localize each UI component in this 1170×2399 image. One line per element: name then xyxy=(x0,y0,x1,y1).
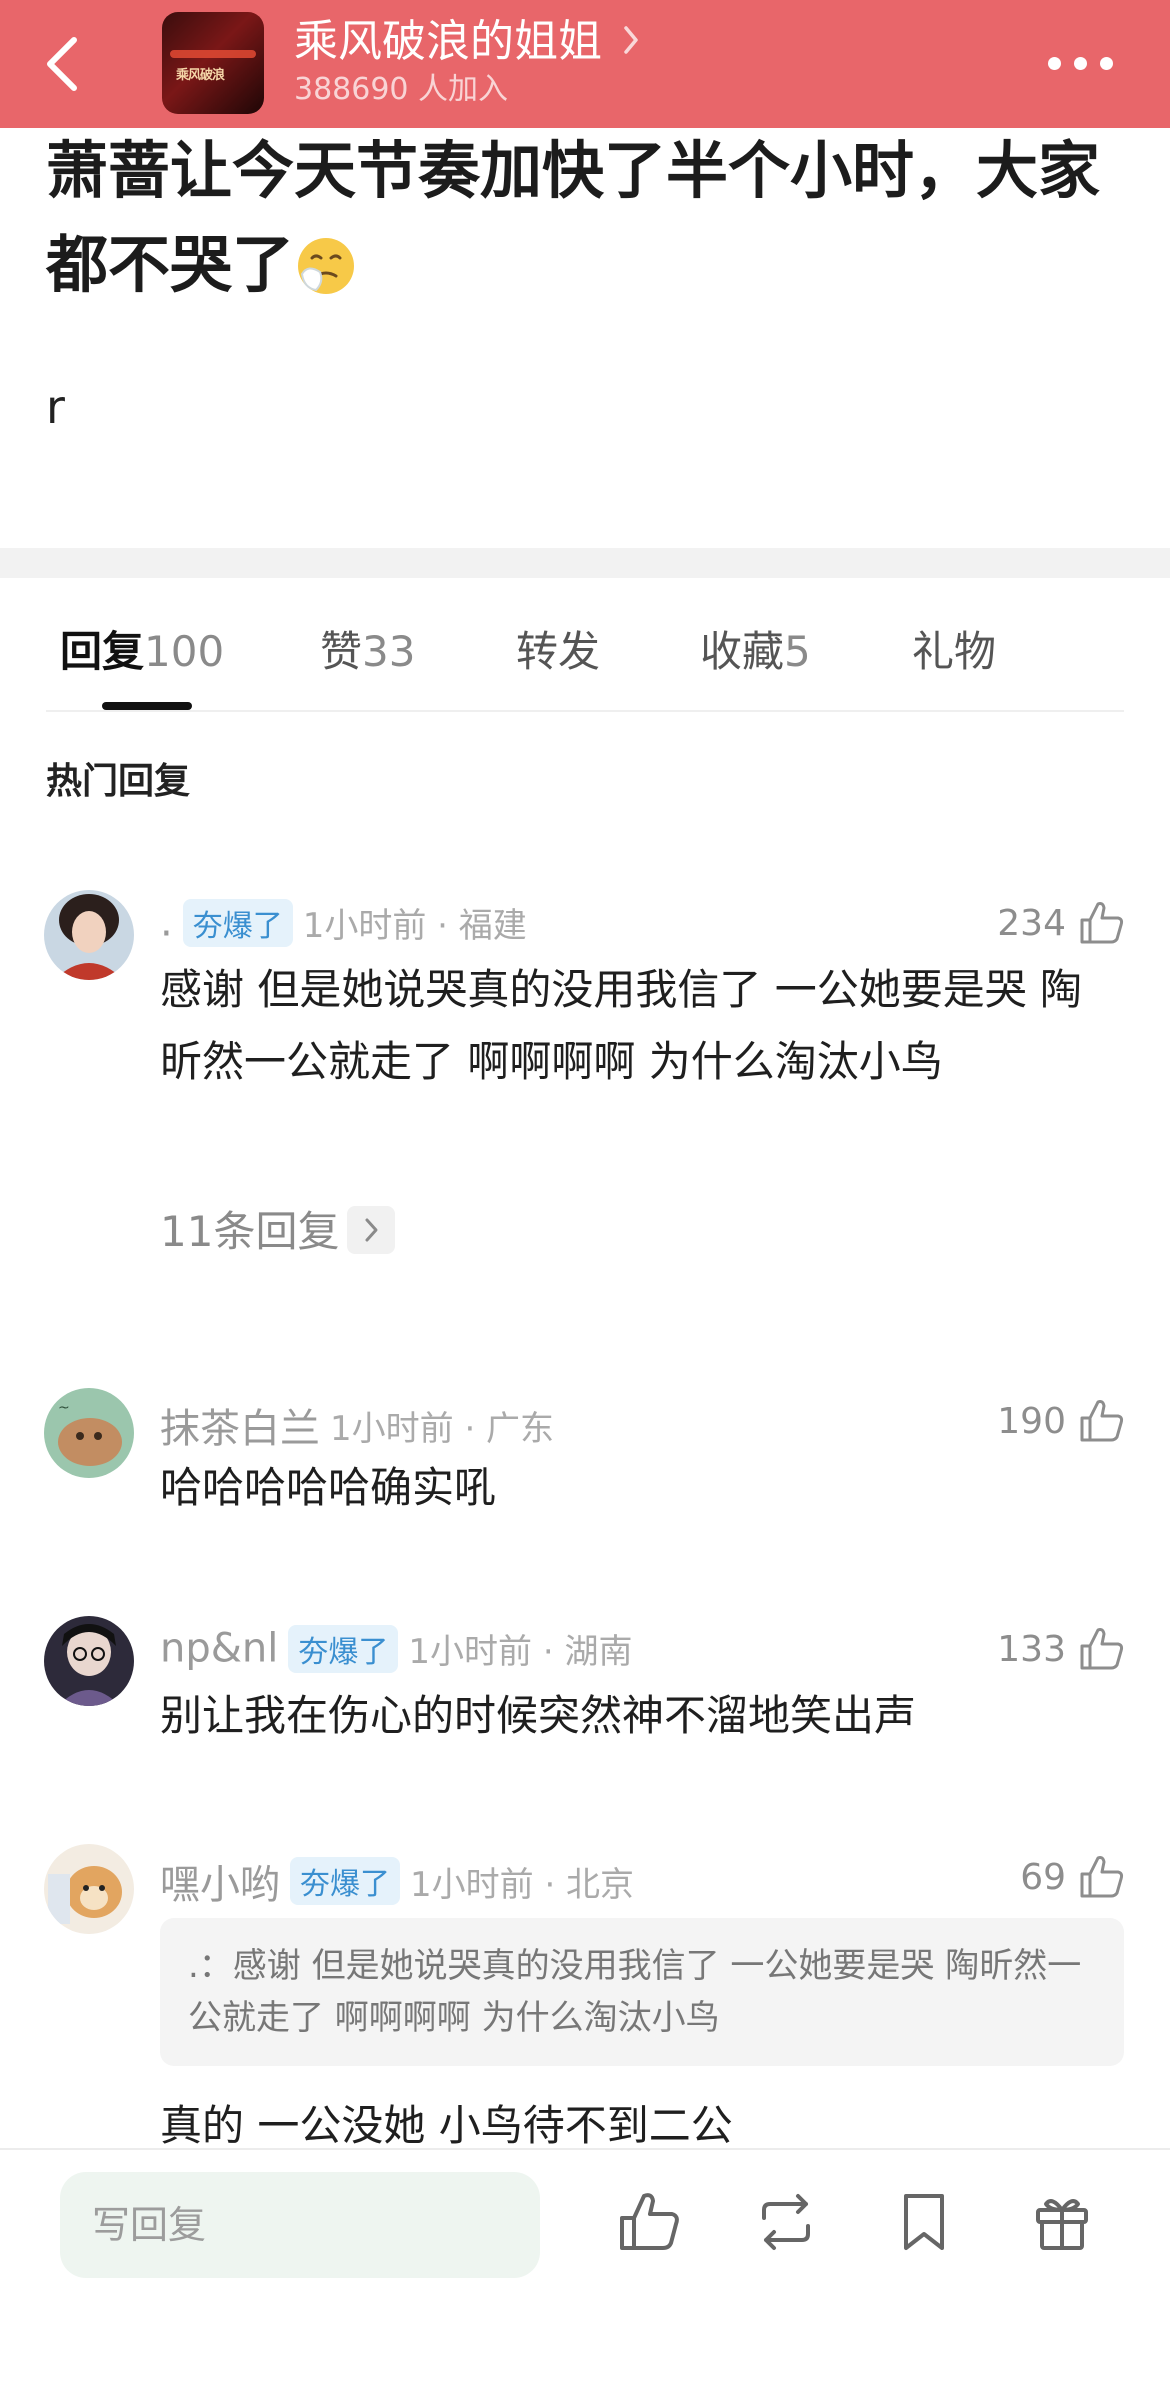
tab-favorites[interactable]: 收藏5 xyxy=(700,618,811,679)
tab-reposts-label: 转发 xyxy=(516,627,601,676)
like-count: 190 xyxy=(997,1400,1066,1442)
repost-icon[interactable] xyxy=(750,2186,822,2258)
like-count: 234 xyxy=(997,902,1066,944)
svg-text:~: ~ xyxy=(58,1400,70,1416)
comment-header: 抹茶白兰 1小时前 · 广东 xyxy=(160,1396,554,1452)
chevron-right-icon[interactable] xyxy=(622,24,640,56)
view-replies-link[interactable]: 11条回复 xyxy=(160,1198,396,1259)
tab-reposts[interactable]: 转发 xyxy=(516,618,600,679)
post-title: 萧蔷让今天节奏加快了半个小时，大家都不哭了 xyxy=(46,124,1126,312)
status-badge: 夯爆了 xyxy=(182,898,293,947)
section-divider xyxy=(0,548,1170,578)
comment-username[interactable]: 嘿小哟 xyxy=(160,1862,280,1908)
status-badge: 夯爆了 xyxy=(288,1624,399,1673)
bottom-action-bar xyxy=(0,2148,1170,2399)
like-count: 133 xyxy=(997,1628,1066,1670)
group-logo[interactable]: 乘风破浪 xyxy=(162,12,264,114)
member-count: 388690 人加入 xyxy=(294,72,509,107)
comment-meta: 1小时前 · 北京 xyxy=(410,1864,635,1905)
thumbs-up-icon[interactable] xyxy=(1076,1396,1126,1446)
like-control[interactable]: 69 xyxy=(1020,1852,1126,1908)
comment-username[interactable]: 抹茶白兰 xyxy=(160,1406,320,1452)
comment-meta: 1小时前 · 广东 xyxy=(330,1408,555,1449)
quoted-comment[interactable]: .：感谢 但是她说哭真的没用我信了 一公她要是哭 陶昕然一公就走了 啊啊啊啊 为… xyxy=(160,1918,1124,2066)
group-logo-text: 乘风破浪 xyxy=(176,68,225,83)
active-tab-indicator xyxy=(102,702,192,710)
interaction-tabs: 回复100 赞33 转发 收藏5 礼物 xyxy=(0,600,1170,710)
status-badge: 夯爆了 xyxy=(290,1857,400,1905)
avatar[interactable] xyxy=(44,1616,134,1706)
thumbs-up-icon[interactable] xyxy=(612,2186,684,2258)
thumbs-up-icon[interactable] xyxy=(1076,1852,1126,1902)
comment-header: . 夯爆了 1小时前 · 福建 xyxy=(160,898,527,954)
back-arrow-icon[interactable] xyxy=(40,34,90,94)
bookmark-icon[interactable] xyxy=(888,2186,960,2258)
post-title-text: 萧蔷让今天节奏加快了半个小时，大家都不哭了 xyxy=(46,134,1101,301)
reply-input[interactable] xyxy=(60,2172,540,2278)
comment-meta: 1小时前 · 湖南 xyxy=(408,1632,633,1672)
tab-likes[interactable]: 赞33 xyxy=(320,618,415,679)
comment-header: np&nl 夯爆了 1小时前 · 湖南 xyxy=(160,1624,632,1680)
tab-gifts[interactable]: 礼物 xyxy=(912,618,996,679)
like-control[interactable]: 133 xyxy=(997,1624,1126,1680)
like-count: 69 xyxy=(1020,1856,1066,1898)
like-control[interactable]: 190 xyxy=(997,1396,1126,1452)
tab-replies-label: 回复 xyxy=(60,627,145,676)
avatar[interactable] xyxy=(44,890,134,980)
sneezing-face-emoji-icon xyxy=(298,238,355,294)
like-control[interactable]: 234 xyxy=(997,898,1126,954)
view-replies-label: 11条回复 xyxy=(160,1207,340,1256)
avatar[interactable] xyxy=(44,1844,134,1934)
chevron-right-icon xyxy=(347,1206,396,1254)
tabs-divider xyxy=(46,710,1124,712)
hot-replies-heading: 热门回复 xyxy=(46,761,191,802)
group-header: 乘风破浪 乘风破浪的姐姐 388690 人加入 xyxy=(0,0,1170,128)
comment-text: 别让我在伤心的时候突然神不溜地笑出声 xyxy=(160,1691,917,1740)
thumbs-up-icon[interactable] xyxy=(1076,898,1126,948)
comment-text: 哈哈哈哈哈确实吼 xyxy=(160,1463,497,1512)
comment-meta: 1小时前 · 福建 xyxy=(302,906,527,946)
tab-gifts-label: 礼物 xyxy=(912,627,997,676)
post-body: r xyxy=(46,380,65,434)
tab-replies-count: 100 xyxy=(144,627,225,676)
comment-text: 感谢 但是她说哭真的没用我信了 一公她要是哭 陶昕然一公就走了 啊啊啊啊 为什么… xyxy=(160,965,1083,1086)
comment-username[interactable]: np&nl xyxy=(160,1626,278,1672)
tab-likes-label: 赞 xyxy=(320,627,363,676)
tab-likes-count: 33 xyxy=(362,627,416,676)
gift-icon[interactable] xyxy=(1026,2186,1098,2258)
tab-favorites-label: 收藏 xyxy=(700,627,785,676)
avatar[interactable]: ~ xyxy=(44,1388,134,1478)
comment-username[interactable]: . xyxy=(160,900,173,946)
thumbs-up-icon[interactable] xyxy=(1076,1624,1126,1674)
comment-header: 嘿小哟 夯爆了 1小时前 · 北京 xyxy=(160,1852,634,1908)
tab-favorites-count: 5 xyxy=(784,627,811,676)
more-options-icon[interactable] xyxy=(1046,54,1116,72)
tab-replies[interactable]: 回复100 xyxy=(60,618,224,679)
group-name[interactable]: 乘风破浪的姐姐 xyxy=(294,14,602,70)
